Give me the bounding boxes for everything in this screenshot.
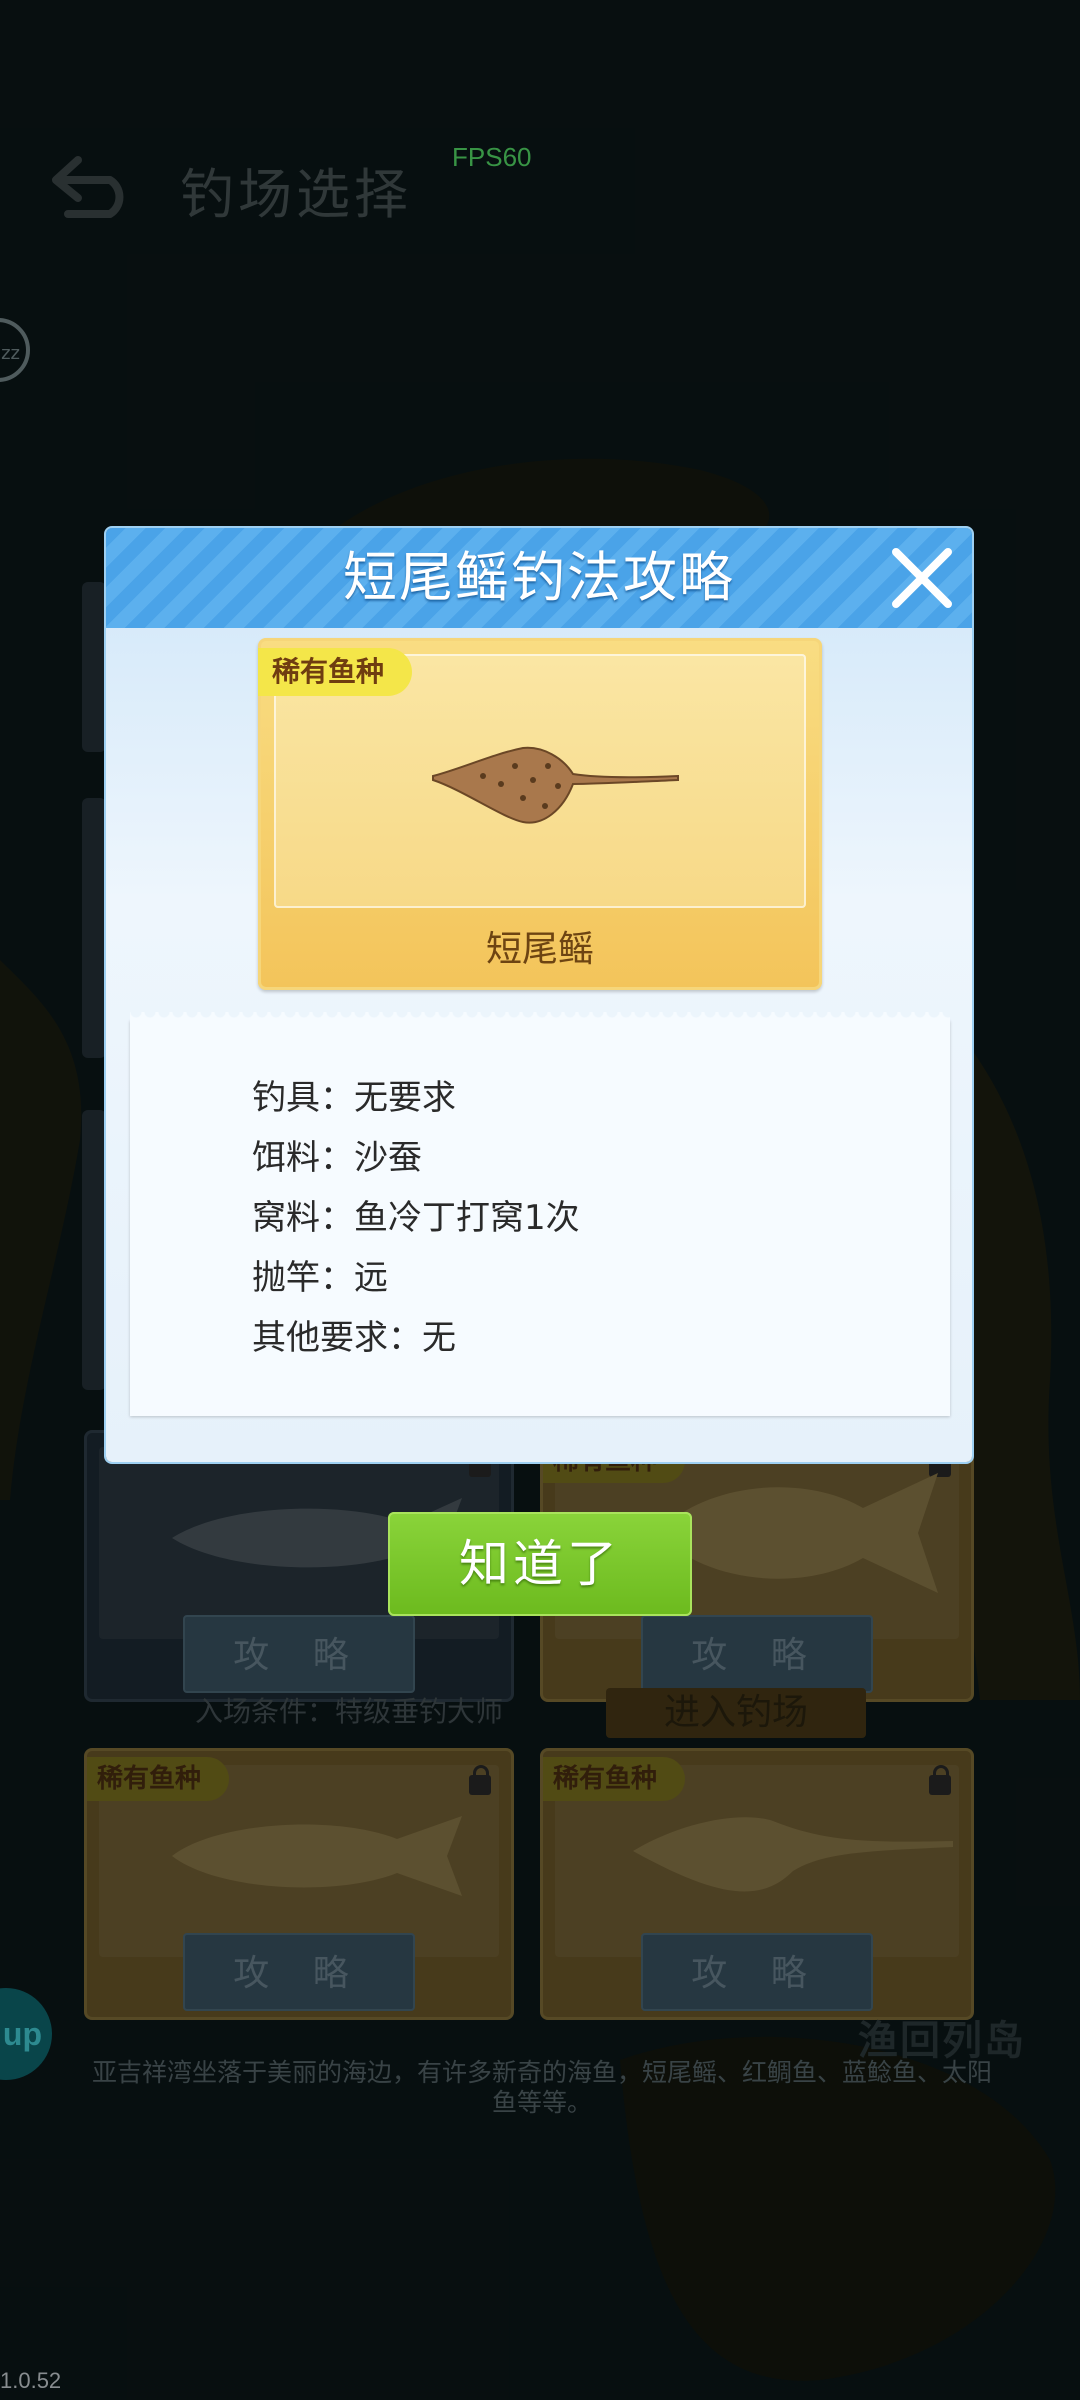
dialog-title: 短尾鳐钓法攻略 [343,546,735,609]
info-row-cast: 抛竿：远 [252,1258,388,1298]
info-row-bait: 饵料：沙蚕 [252,1138,422,1178]
fish-name: 短尾鳐 [485,929,594,970]
stingray-image [432,746,679,824]
close-icon[interactable] [886,542,958,614]
fish-card: 稀有鱼种 短尾鳐 [258,638,822,990]
info-row-other: 其他要求：无 [252,1318,456,1358]
info-row-tackle: 钓具：无要求 [252,1078,456,1118]
fishing-method-panel: 钓具：无要求 饵料：沙蚕 窝料：鱼冷丁打窝1次 抛竿：远 其他要求：无 [130,1012,950,1416]
rare-tag: 稀有鱼种 [258,648,413,696]
got-it-button[interactable]: 知道了 [388,1512,692,1616]
info-row-groundbait: 窝料：鱼冷丁打窝1次 [252,1198,580,1238]
